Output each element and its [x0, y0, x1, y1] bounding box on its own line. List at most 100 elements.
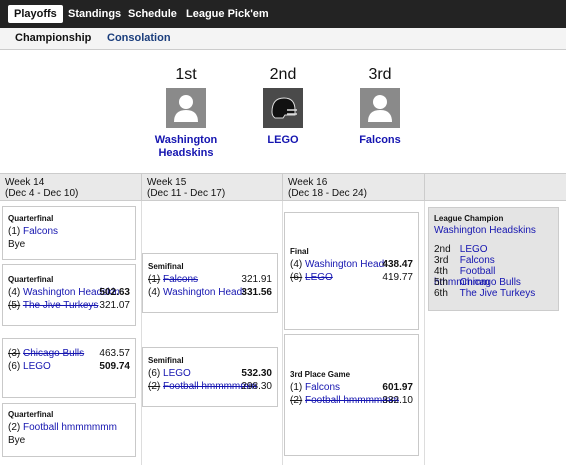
matchup-quarterfinal-4: Quarterfinal (2) Football hmmmmmm Bye [2, 403, 136, 457]
podium-second: 2nd LEGO [228, 66, 338, 147]
seed: (1) [290, 382, 303, 393]
bye-label: Bye [8, 239, 26, 250]
matchup-semifinal-2: Semifinal (6) LEGO 532.30 (2) Football h… [142, 347, 278, 407]
team-link[interactable]: LEGO [163, 368, 191, 379]
rank-row: 4th Football hmmmmmm [434, 266, 553, 288]
matchup-team-row: (3) Chicago Bulls 463.57 [8, 347, 130, 360]
seed: (2) [8, 422, 21, 433]
podium-first: 1st Washington Headskins [131, 66, 241, 160]
matchup-title: Quarterfinal [8, 214, 54, 223]
podium-third: 3rd Falcons [325, 66, 435, 147]
matchup-semifinal-1: Semifinal (1) Falcons 321.91 (4) Washing… [142, 253, 278, 313]
rank-label: 2nd [434, 244, 451, 255]
place-label: 3rd [368, 66, 392, 83]
week-title: Week 14 [5, 177, 45, 188]
score: 331.56 [241, 287, 272, 298]
score: 532.30 [241, 368, 272, 379]
team-link[interactable]: Football hmmmmmm [23, 422, 117, 433]
team-link[interactable]: The Jive Turkeys [460, 288, 536, 299]
week-title: Week 16 [288, 177, 328, 188]
team-link[interactable]: Washington Headskins [163, 286, 244, 299]
team-link[interactable]: Falcons [305, 382, 340, 393]
week-header-empty [424, 173, 566, 201]
score: 502.63 [99, 287, 130, 298]
week-range: (Dec 18 - Dec 24) [288, 188, 367, 199]
tab-schedule[interactable]: Schedule [122, 5, 183, 23]
team-link[interactable]: Chicago Bulls [23, 348, 84, 359]
seed: (4) [148, 287, 161, 298]
score: 298.30 [241, 381, 272, 392]
score: 509.74 [99, 361, 130, 372]
week-header: Week 14 (Dec 4 - Dec 10) [0, 173, 141, 201]
team-link[interactable]: LEGO [228, 134, 338, 147]
rank-label: 4th [434, 266, 448, 277]
team-link[interactable]: Falcons [163, 274, 198, 285]
seed: (6) [290, 272, 303, 283]
seed: (2) [290, 395, 303, 406]
matchup-quarterfinal-2: Quarterfinal (4) Washington Headskins 50… [2, 264, 136, 326]
rank-row: 6th The Jive Turkeys [434, 288, 553, 299]
rank-label: 5th [434, 277, 448, 288]
league-champion-panel: League Champion Washington Headskins 2nd… [428, 207, 559, 311]
matchup-team-row: (1) Falcons [8, 225, 130, 238]
seed: (6) [148, 368, 161, 379]
tab-league-pickem[interactable]: League Pick'em [180, 5, 275, 23]
sub-nav: Championship Consolation [0, 28, 566, 50]
seed: (4) [8, 287, 21, 298]
column-divider [141, 201, 142, 465]
matchup-quarterfinal-3: (3) Chicago Bulls 463.57 (6) LEGO 509.74 [2, 338, 136, 398]
score: 321.91 [241, 274, 272, 285]
matchup-title: Semifinal [148, 356, 184, 365]
matchup-team-row: (4) Washington Headskins 502.63 [8, 286, 130, 299]
team-link[interactable]: Falcons [325, 134, 435, 147]
score: 438.47 [382, 259, 413, 270]
tab-standings[interactable]: Standings [62, 5, 127, 23]
matchup-team-row: (5) The Jive Turkeys 321.07 [8, 299, 130, 312]
seed: (1) [148, 274, 161, 285]
person-avatar-icon [360, 88, 400, 128]
team-link[interactable]: Falcons [460, 255, 495, 266]
column-divider [424, 201, 425, 465]
matchup-team-row: (4) Washington Headskins 438.47 [290, 258, 413, 271]
matchup-final: Final (4) Washington Headskins 438.47 (6… [284, 212, 419, 330]
seed: (5) [8, 300, 21, 311]
seed: (3) [8, 348, 21, 359]
champion-team-link[interactable]: Washington Headskins [434, 225, 553, 236]
score: 321.07 [99, 300, 130, 311]
matchup-third-place: 3rd Place Game (1) Falcons 601.97 (2) Fo… [284, 334, 419, 456]
matchup-team-row: (6) LEGO 419.77 [290, 271, 413, 284]
matchup-title: Quarterfinal [8, 275, 54, 284]
team-link[interactable]: Washington Headskins [305, 258, 385, 271]
team-link[interactable]: LEGO [460, 244, 488, 255]
bye-label: Bye [8, 435, 26, 446]
rank-label: 3rd [434, 255, 449, 266]
matchup-team-row: (6) LEGO 532.30 [148, 367, 272, 380]
matchup-team-row: (2) Football hmmmmmm [8, 421, 130, 434]
team-link[interactable]: Chicago Bulls [460, 277, 521, 288]
tab-playoffs[interactable]: Playoffs [8, 5, 63, 23]
matchup-team-row: (4) Washington Headskins 331.56 [148, 286, 272, 299]
matchup-quarterfinal-1: Quarterfinal (1) Falcons Bye [2, 206, 136, 260]
team-link[interactable]: Washington Headskins [131, 134, 241, 160]
team-link[interactable]: The Jive Turkeys [23, 300, 99, 311]
score: 332.10 [382, 395, 413, 406]
score: 419.77 [382, 272, 413, 283]
week-range: (Dec 4 - Dec 10) [5, 188, 79, 199]
matchup-title: Semifinal [148, 262, 184, 271]
seed: (2) [148, 381, 161, 392]
subtab-consolation[interactable]: Consolation [107, 32, 171, 44]
matchup-title: Quarterfinal [8, 410, 54, 419]
score: 601.97 [382, 382, 413, 393]
week-title: Week 15 [147, 177, 187, 188]
team-link[interactable]: LEGO [305, 272, 333, 283]
team-link[interactable]: LEGO [23, 361, 51, 372]
matchup-team-row: (2) Football hmmmmmm 298.30 [148, 380, 272, 393]
place-label: 2nd [269, 66, 297, 83]
team-link[interactable]: Falcons [23, 226, 58, 237]
rank-row: 5th Chicago Bulls [434, 277, 553, 288]
subtab-championship[interactable]: Championship [15, 32, 91, 44]
matchup-title: Final [290, 247, 309, 256]
matchup-title: 3rd Place Game [290, 370, 351, 379]
top-nav: Playoffs Standings Schedule League Pick'… [0, 0, 566, 28]
place-label: 1st [175, 66, 197, 83]
